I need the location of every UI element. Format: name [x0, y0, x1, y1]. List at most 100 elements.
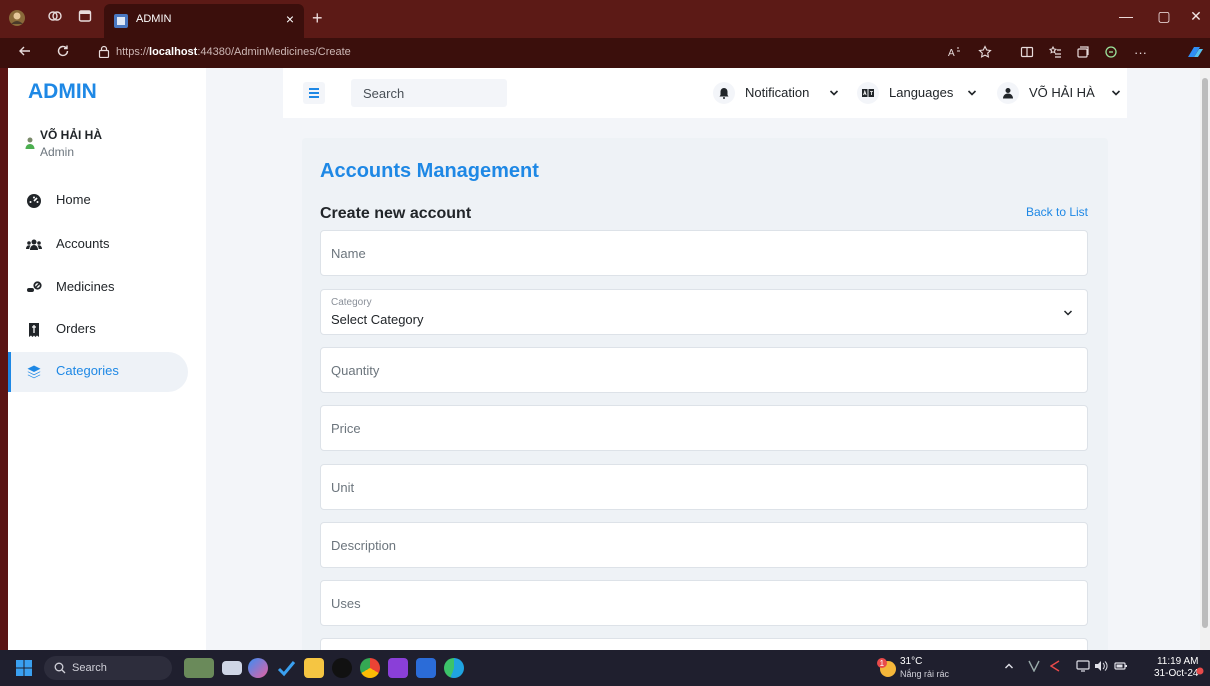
bell-icon	[713, 82, 735, 104]
page-title: Accounts Management	[320, 160, 539, 182]
description-input[interactable]	[321, 523, 1087, 567]
browser-title-bar: ADMIN × + — ▢ ✕	[0, 0, 1210, 38]
price-input[interactable]	[321, 406, 1087, 450]
new-tab-button[interactable]: +	[312, 8, 323, 29]
languages-dropdown[interactable]: Languages	[857, 82, 983, 104]
windows-start-icon[interactable]	[16, 660, 32, 676]
back-arrow-icon[interactable]	[18, 44, 32, 62]
unit-field[interactable]	[320, 464, 1088, 510]
user-icon	[997, 82, 1019, 104]
weather-temperature: 31°C	[900, 656, 923, 667]
copilot-icon[interactable]	[1186, 45, 1204, 62]
read-aloud-icon[interactable]: A	[948, 45, 962, 62]
vietkey-tray-icon[interactable]	[1028, 660, 1040, 675]
split-screen-icon[interactable]	[1020, 45, 1034, 62]
tray-app-icon[interactable]	[1049, 660, 1060, 675]
tray-chevron-up-icon[interactable]	[1004, 660, 1014, 674]
brand-logo-text[interactable]: ADMIN	[28, 80, 97, 104]
unit-input[interactable]	[321, 465, 1087, 509]
lock-icon[interactable]	[98, 45, 110, 58]
sidebar-user-role: Admin	[40, 145, 75, 159]
search-icon	[54, 662, 66, 674]
sidebar-item-orders[interactable]: Orders	[8, 310, 188, 350]
quantity-field[interactable]	[320, 347, 1088, 393]
sidebar-item-categories[interactable]: Categories	[8, 352, 188, 392]
task-view-icon[interactable]	[222, 661, 242, 675]
uses-field[interactable]	[320, 580, 1088, 626]
url-prefix: https://	[116, 46, 150, 58]
chevron-down-icon	[829, 90, 839, 96]
sidebar: ADMIN VÕ HẢI HÀ Admin Home Accounts Medi…	[8, 68, 206, 650]
copilot-app-icon[interactable]	[248, 658, 268, 678]
favorites-list-icon[interactable]	[1048, 45, 1062, 62]
system-clock[interactable]: 11:19 AM 31-Oct-24	[1154, 656, 1198, 680]
dashboard-icon	[27, 194, 41, 208]
sidebar-item-label: Home	[56, 192, 91, 207]
name-field[interactable]	[320, 230, 1088, 276]
address-bar: https://localhost:44380/AdminMedicines/C…	[0, 38, 1210, 68]
workspaces-icon[interactable]	[46, 9, 64, 27]
notification-dropdown[interactable]: Notification	[713, 82, 843, 104]
user-person-icon	[25, 137, 35, 149]
clock-time: 11:19 AM	[1156, 656, 1199, 667]
page-favicon-icon	[114, 14, 128, 28]
minimize-button[interactable]: —	[1114, 8, 1138, 24]
taskbar-search-label: Search	[72, 662, 107, 674]
tab-title: ADMIN	[136, 13, 172, 25]
favorite-star-icon[interactable]	[978, 45, 992, 62]
url-field[interactable]: https://localhost:44380/AdminMedicines/C…	[116, 46, 351, 58]
weather-sun-icon[interactable]: 1	[876, 657, 898, 679]
chevron-down-icon	[967, 90, 977, 96]
visual-studio-icon[interactable]	[388, 658, 408, 678]
close-window-button[interactable]: ✕	[1184, 8, 1208, 25]
tab-close-icon[interactable]: ×	[286, 11, 294, 27]
refresh-icon[interactable]	[56, 44, 70, 62]
widgets-app-icon[interactable]	[184, 658, 214, 678]
browser-tab-admin[interactable]: ADMIN ×	[104, 4, 304, 38]
scrollbar-thumb[interactable]	[1202, 78, 1208, 628]
display-tray-icon[interactable]	[1076, 660, 1090, 675]
language-icon	[857, 82, 879, 104]
file-explorer-icon[interactable]	[304, 658, 324, 678]
todo-app-icon[interactable]	[276, 658, 296, 678]
weather-condition: Nắng rải rác	[900, 669, 950, 679]
sidebar-item-label: Accounts	[56, 236, 110, 251]
quantity-input[interactable]	[321, 348, 1087, 392]
receipt-icon	[29, 323, 39, 337]
volume-icon[interactable]	[1094, 660, 1108, 675]
hamburger-menu-icon[interactable]	[303, 82, 325, 104]
battery-icon[interactable]	[1114, 660, 1128, 675]
vertical-scrollbar[interactable]	[1200, 68, 1210, 650]
edge-app-icon[interactable]	[444, 658, 464, 678]
more-menu-icon[interactable]: ···	[1134, 45, 1147, 60]
category-selected-value: Select Category	[331, 312, 424, 327]
taskbar-search[interactable]: Search	[44, 656, 172, 680]
notification-dot-icon[interactable]	[1196, 664, 1204, 678]
sidebar-item-accounts[interactable]: Accounts	[8, 225, 188, 265]
url-path: :44380/AdminMedicines/Create	[197, 46, 351, 58]
chrome-app-icon[interactable]	[360, 658, 380, 678]
price-field[interactable]	[320, 405, 1088, 451]
name-input[interactable]	[321, 231, 1087, 275]
url-host: localhost	[149, 46, 198, 58]
search-input[interactable]	[351, 79, 507, 107]
extensions-icon[interactable]	[1104, 45, 1118, 62]
web-page: ADMIN VÕ HẢI HÀ Admin Home Accounts Medi…	[8, 68, 1200, 650]
windows-taskbar: Search 1 31°C Nắng rải rác 11:19 AM 31-O…	[0, 650, 1210, 686]
collections-icon[interactable]	[1076, 45, 1090, 62]
sidebar-item-home[interactable]: Home	[8, 181, 188, 221]
back-to-list-link[interactable]: Back to List	[1026, 205, 1088, 219]
tiktok-app-icon[interactable]	[332, 658, 352, 678]
sidebar-item-medicines[interactable]: Medicines	[8, 268, 188, 308]
description-field[interactable]	[320, 522, 1088, 568]
accounts-management-card: Accounts Management Create new account B…	[302, 138, 1108, 650]
profile-avatar-icon[interactable]	[8, 9, 26, 27]
tab-actions-icon[interactable]	[76, 9, 94, 27]
next-field-partial[interactable]	[320, 638, 1088, 650]
form-title: Create new account	[320, 205, 472, 222]
restore-button[interactable]: ▢	[1152, 8, 1176, 25]
uses-input[interactable]	[321, 581, 1087, 625]
category-select[interactable]: Category Select Category	[320, 289, 1088, 335]
word-app-icon[interactable]	[416, 658, 436, 678]
user-menu-dropdown[interactable]: VÕ HẢI HÀ	[997, 82, 1127, 104]
